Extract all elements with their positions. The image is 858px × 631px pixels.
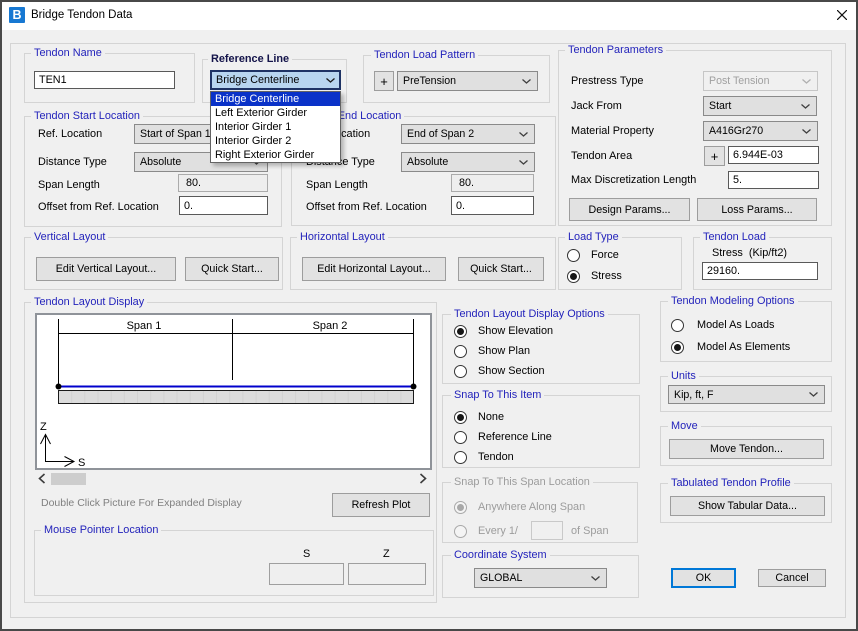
svg-text:Span 2: Span 2 (313, 320, 348, 332)
svg-text:Z: Z (40, 421, 47, 433)
svg-text:Span 1: Span 1 (127, 320, 162, 332)
svg-text:S: S (78, 457, 85, 468)
